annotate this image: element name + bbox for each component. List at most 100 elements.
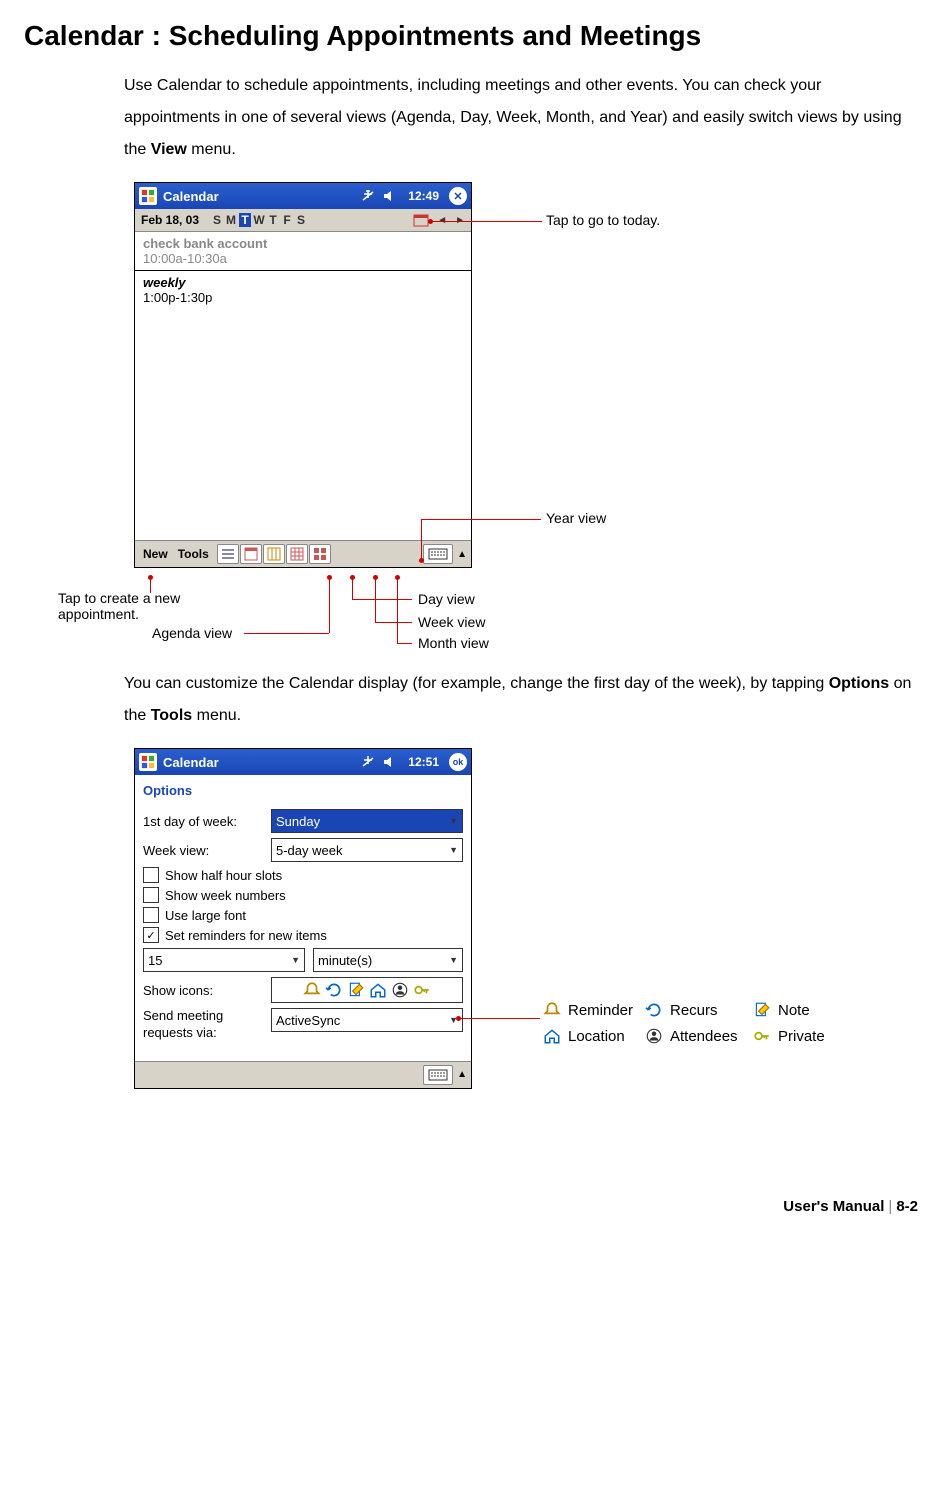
callout-new-appointment: Tap to create a new appointment.: [58, 590, 218, 622]
month-view-icon[interactable]: [286, 544, 308, 564]
intro2-tools: Tools: [151, 707, 192, 724]
tools-button[interactable]: Tools: [174, 547, 213, 561]
new-button[interactable]: New: [139, 547, 172, 561]
titlebar-2: Calendar 12:51 ok: [135, 749, 471, 775]
legend-recurs-icon: [644, 1000, 664, 1020]
reminder-icon[interactable]: [303, 981, 321, 999]
large-font-checkbox[interactable]: [143, 907, 159, 923]
past-appt-time: 10:00a-10:30a: [143, 251, 463, 266]
day-t2[interactable]: T: [267, 213, 279, 227]
footer-manual: User's Manual: [783, 1198, 884, 1215]
clock-label-2[interactable]: 12:51: [408, 755, 439, 769]
callout-year-view: Year view: [546, 510, 606, 526]
week-numbers-checkbox[interactable]: [143, 887, 159, 903]
start-icon[interactable]: [139, 187, 157, 205]
location-icon[interactable]: [369, 981, 387, 999]
legend-attendees-icon: [644, 1026, 664, 1046]
app-title: Calendar: [163, 189, 219, 204]
page-heading: Calendar : Scheduling Appointments and M…: [24, 20, 918, 52]
intro-text-post: menu.: [187, 141, 236, 158]
signal-icon[interactable]: [360, 188, 376, 204]
ok-icon[interactable]: ok: [449, 753, 467, 771]
intro-bold-view: View: [151, 141, 187, 158]
show-icons-label: Show icons:: [143, 983, 263, 998]
current-appt-time: 1:00p-1:30p: [143, 290, 463, 305]
reminders-checkbox[interactable]: [143, 927, 159, 943]
callout-today: Tap to go to today.: [546, 212, 660, 228]
week-view-dropdown[interactable]: 5-day week: [271, 838, 463, 862]
intro2-pre: You can customize the Calendar display (…: [124, 675, 829, 692]
large-font-label: Use large font: [165, 908, 246, 923]
day-s[interactable]: S: [211, 213, 223, 227]
menu-up-icon-2[interactable]: ▲: [457, 1069, 467, 1080]
today-icon[interactable]: [413, 212, 429, 228]
options-title: Options: [143, 779, 463, 804]
intro2-post: menu.: [192, 707, 241, 724]
day-f[interactable]: F: [281, 213, 293, 227]
note-icon[interactable]: [347, 981, 365, 999]
date-left-icon[interactable]: ◄: [437, 215, 447, 226]
past-appointment[interactable]: check bank account 10:00a-10:30a: [135, 232, 471, 271]
week-view-icon[interactable]: [263, 544, 285, 564]
send-label: Send meeting requests via:: [143, 1008, 263, 1042]
date-right-icon[interactable]: ►: [455, 215, 465, 226]
agenda-list: check bank account 10:00a-10:30a weekly …: [135, 232, 471, 540]
date-label: Feb 18, 03: [141, 213, 199, 227]
year-view-icon[interactable]: [309, 544, 331, 564]
page-footer: User's Manual|8-2: [24, 1198, 918, 1215]
legend-private: Private: [778, 1028, 825, 1045]
private-icon[interactable]: [413, 981, 431, 999]
show-icons-box[interactable]: [271, 977, 463, 1003]
half-hour-checkbox[interactable]: [143, 867, 159, 883]
app-title-2: Calendar: [163, 755, 219, 770]
close-icon[interactable]: ✕: [449, 187, 467, 205]
date-strip: Feb 18, 03 S M T W T F S ◄ ►: [135, 209, 471, 232]
reminder-unit-dropdown[interactable]: minute(s): [313, 948, 463, 972]
legend-reminder-icon: [542, 1000, 562, 1020]
legend-recurs: Recurs: [670, 1002, 746, 1019]
clock-label[interactable]: 12:49: [408, 189, 439, 203]
half-hour-label: Show half hour slots: [165, 868, 282, 883]
icon-legend: Reminder Recurs Note Location Attendees …: [542, 1000, 825, 1052]
volume-icon[interactable]: [382, 188, 398, 204]
callout-week-view: Week view: [418, 614, 485, 630]
day-view-icon[interactable]: [240, 544, 262, 564]
sip-keyboard-icon-2[interactable]: [423, 1065, 453, 1085]
intro2-options: Options: [829, 675, 889, 692]
callout-day-view: Day view: [418, 591, 475, 607]
signal-icon-2[interactable]: [360, 754, 376, 770]
menu-up-icon[interactable]: ▲: [457, 549, 467, 560]
day-m[interactable]: M: [225, 213, 237, 227]
legend-location: Location: [568, 1028, 638, 1045]
legend-attendees: Attendees: [670, 1028, 746, 1045]
intro-text-pre: Use Calendar to schedule appointments, i…: [124, 77, 902, 158]
sip-keyboard-icon[interactable]: [423, 544, 453, 564]
intro2-paragraph: You can customize the Calendar display (…: [124, 668, 918, 732]
attendees-icon[interactable]: [391, 981, 409, 999]
legend-note-icon: [752, 1000, 772, 1020]
legend-private-icon: [752, 1026, 772, 1046]
start-icon-2[interactable]: [139, 753, 157, 771]
recurs-icon[interactable]: [325, 981, 343, 999]
send-via-dropdown[interactable]: ActiveSync: [271, 1008, 463, 1032]
day-t1[interactable]: T: [239, 213, 251, 227]
callout-agenda-view: Agenda view: [152, 625, 232, 641]
callout-month-view: Month view: [418, 635, 489, 651]
current-appointment[interactable]: weekly 1:00p-1:30p: [135, 271, 471, 309]
volume-icon-2[interactable]: [382, 754, 398, 770]
day-w[interactable]: W: [253, 213, 265, 227]
reminders-label: Set reminders for new items: [165, 928, 327, 943]
legend-note: Note: [778, 1002, 810, 1019]
day-s2[interactable]: S: [295, 213, 307, 227]
week-numbers-label: Show week numbers: [165, 888, 286, 903]
menu-bar-2: ▲: [135, 1061, 471, 1088]
first-day-dropdown[interactable]: Sunday: [271, 809, 463, 833]
weekday-picker[interactable]: S M T W T F S: [211, 213, 307, 227]
legend-reminder: Reminder: [568, 1002, 638, 1019]
calendar-agenda-screenshot: Calendar 12:49 ✕ Feb 18, 03 S M T W T F …: [134, 182, 472, 568]
intro-paragraph: Use Calendar to schedule appointments, i…: [124, 70, 918, 166]
reminder-value-dropdown[interactable]: 15: [143, 948, 305, 972]
current-appt-title: weekly: [143, 275, 463, 290]
first-day-label: 1st day of week:: [143, 814, 263, 829]
agenda-view-icon[interactable]: [217, 544, 239, 564]
